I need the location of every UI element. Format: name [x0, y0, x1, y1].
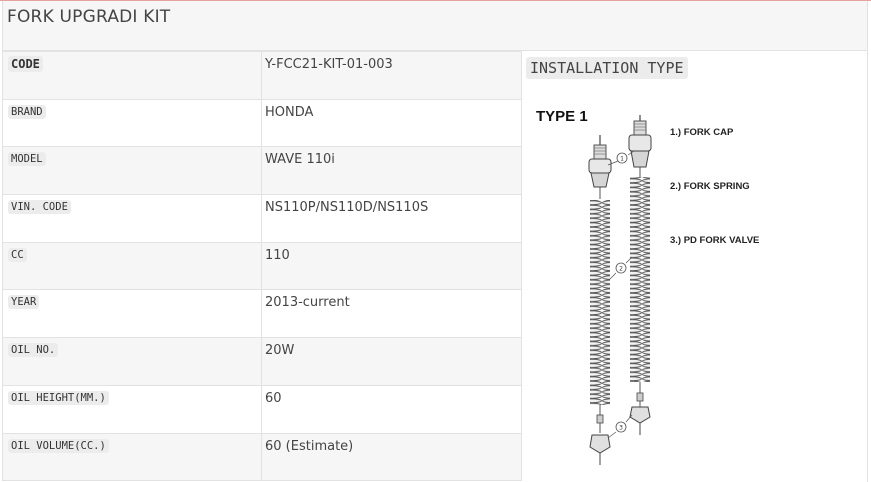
- spec-label-year: YEAR: [8, 295, 40, 310]
- svg-text:1: 1: [620, 156, 624, 163]
- page-title: FORK UPGRADI KIT: [7, 7, 171, 27]
- spec-value-brand: HONDA: [265, 104, 314, 120]
- spec-label-brand: BRAND: [8, 104, 46, 119]
- installation-panel: INSTALLATION TYPE TYPE 1 1.) FORK CAP 2.…: [522, 51, 868, 482]
- table-row: BRAND HONDA: [2, 98, 522, 148]
- spec-value-oil-volume: 60 (Estimate): [265, 438, 354, 454]
- part-label-pd-fork-valve: 3.) PD FORK VALVE: [670, 235, 759, 246]
- spec-label-oil-volume: OIL VOLUME(CC.): [8, 438, 109, 453]
- product-title-bar: FORK UPGRADI KIT: [2, 1, 868, 51]
- table-row: OIL HEIGHT(MM.) 60: [2, 384, 522, 434]
- callout-pd-fork-valve: 3: [607, 414, 633, 439]
- callout-fork-spring: 2: [608, 256, 633, 281]
- spec-label-cc: CC: [8, 247, 27, 262]
- spec-label-code: CODE: [8, 56, 43, 72]
- spec-value-model: WAVE 110i: [265, 152, 335, 168]
- spec-table: CODE Y-FCC21-KIT-01-003 BRAND HONDA MODE…: [2, 51, 522, 482]
- svg-text:3: 3: [619, 425, 623, 432]
- right-fork-assembly: [628, 115, 652, 435]
- spec-value-vin-code: NS110P/NS110D/NS110S: [265, 200, 429, 216]
- spec-value-code: Y-FCC21-KIT-01-003: [265, 57, 393, 72]
- spec-value-oil-no: 20W: [265, 343, 295, 359]
- table-row: MODEL WAVE 110i: [2, 146, 522, 196]
- left-fork-assembly: [588, 135, 612, 465]
- spec-value-cc: 110: [265, 247, 290, 263]
- fork-kit-diagram: TYPE 1 1.) FORK CAP 2.) FORK SPRING 3.) …: [522, 95, 868, 475]
- table-row: CC 110: [2, 241, 522, 291]
- table-row: OIL NO. 20W: [2, 337, 522, 386]
- callout-fork-cap: 1: [607, 150, 635, 166]
- table-row: CODE Y-FCC21-KIT-01-003: [2, 51, 522, 100]
- spec-label-oil-height: OIL HEIGHT(MM.): [8, 390, 109, 405]
- part-label-fork-cap: 1.) FORK CAP: [670, 127, 734, 138]
- installation-title: INSTALLATION TYPE: [526, 57, 688, 79]
- table-row: OIL VOLUME(CC.) 60 (Estimate): [2, 432, 522, 482]
- spec-value-year: 2013-current: [265, 295, 350, 311]
- spec-label-model: MODEL: [8, 152, 46, 167]
- type-label: TYPE 1: [536, 108, 588, 125]
- spec-label-vin-code: VIN. CODE: [8, 200, 71, 215]
- table-row: VIN. CODE NS110P/NS110D/NS110S: [2, 194, 522, 243]
- part-label-fork-spring: 2.) FORK SPRING: [670, 181, 750, 192]
- spec-value-oil-height: 60: [265, 390, 282, 406]
- spec-label-oil-no: OIL NO.: [8, 343, 59, 358]
- table-row: YEAR 2013-current: [2, 289, 522, 339]
- svg-text:2: 2: [619, 266, 623, 273]
